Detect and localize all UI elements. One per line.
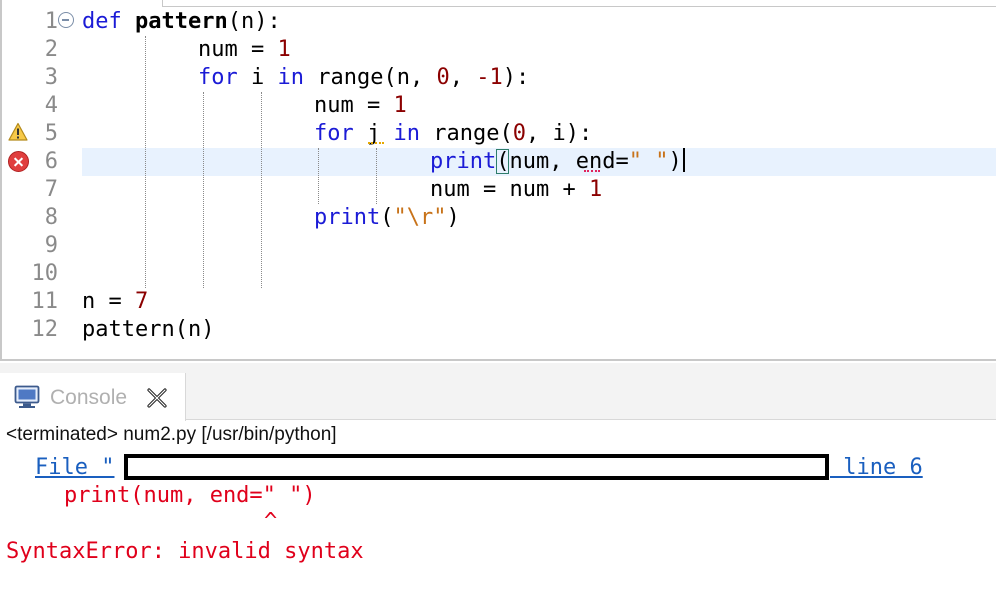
close-icon[interactable] [146,387,168,409]
line-number: 11 [31,289,59,314]
line-link[interactable]: line 6 [830,455,922,480]
redacted-path-box [124,454,829,480]
line-number: 8 [44,205,58,230]
line-number: 7 [44,177,58,202]
console-tab-bar: Console [0,363,996,421]
code-line-12: pattern(n) [82,317,215,342]
indent-guide [261,92,262,288]
indent-guide [145,36,146,288]
code-line-4: num = 1 [314,93,407,118]
line-number: 1 [44,9,58,34]
text-cursor [682,148,685,172]
error-caret: ^ [264,509,278,534]
warning-icon[interactable] [8,122,28,142]
indent-guide [318,148,319,204]
error-message: SyntaxError: invalid syntax [6,539,364,564]
console-icon [14,385,40,408]
code-line-1: def pattern(n): [82,9,281,34]
code-line-8: print("\r") [314,205,460,230]
traceback-line-ref: line 6 [830,454,922,482]
error-code-line: print(num, end=" ") [64,483,316,508]
code-editor[interactable]: 1 2 3 4 5 6 7 8 9 10 11 12 def pattern(n… [0,0,996,361]
code-line-7: num = num + 1 [430,177,603,202]
code-line-6: print(num, end=" ") [430,148,685,176]
fold-collapse-icon[interactable] [58,12,74,28]
line-number: 9 [44,233,58,258]
error-icon[interactable] [8,151,29,172]
line-number: 12 [31,317,59,342]
editor-border [162,0,996,7]
indent-guide [203,92,204,288]
line-number: 4 [44,93,58,118]
line-number: 2 [44,37,58,62]
code-line-3: for i in range(n, 0, -1): [198,65,530,90]
code-line-11: n = 7 [82,289,149,314]
code-line-2: num = 1 [198,37,291,62]
file-link[interactable]: File " [35,455,114,480]
code-line-5: for j in range(0, i): [314,121,593,146]
indent-guide [376,148,377,204]
line-number: 3 [44,65,58,90]
line-number: 10 [31,261,59,286]
console-tab-label: Console [50,386,128,409]
warning-squiggle [368,141,384,144]
traceback-file-line: File " [35,454,114,482]
tab-console[interactable]: Console [0,373,186,421]
console-status: <terminated> num2.py [/usr/bin/python] [6,424,337,445]
error-squiggle [584,169,600,172]
